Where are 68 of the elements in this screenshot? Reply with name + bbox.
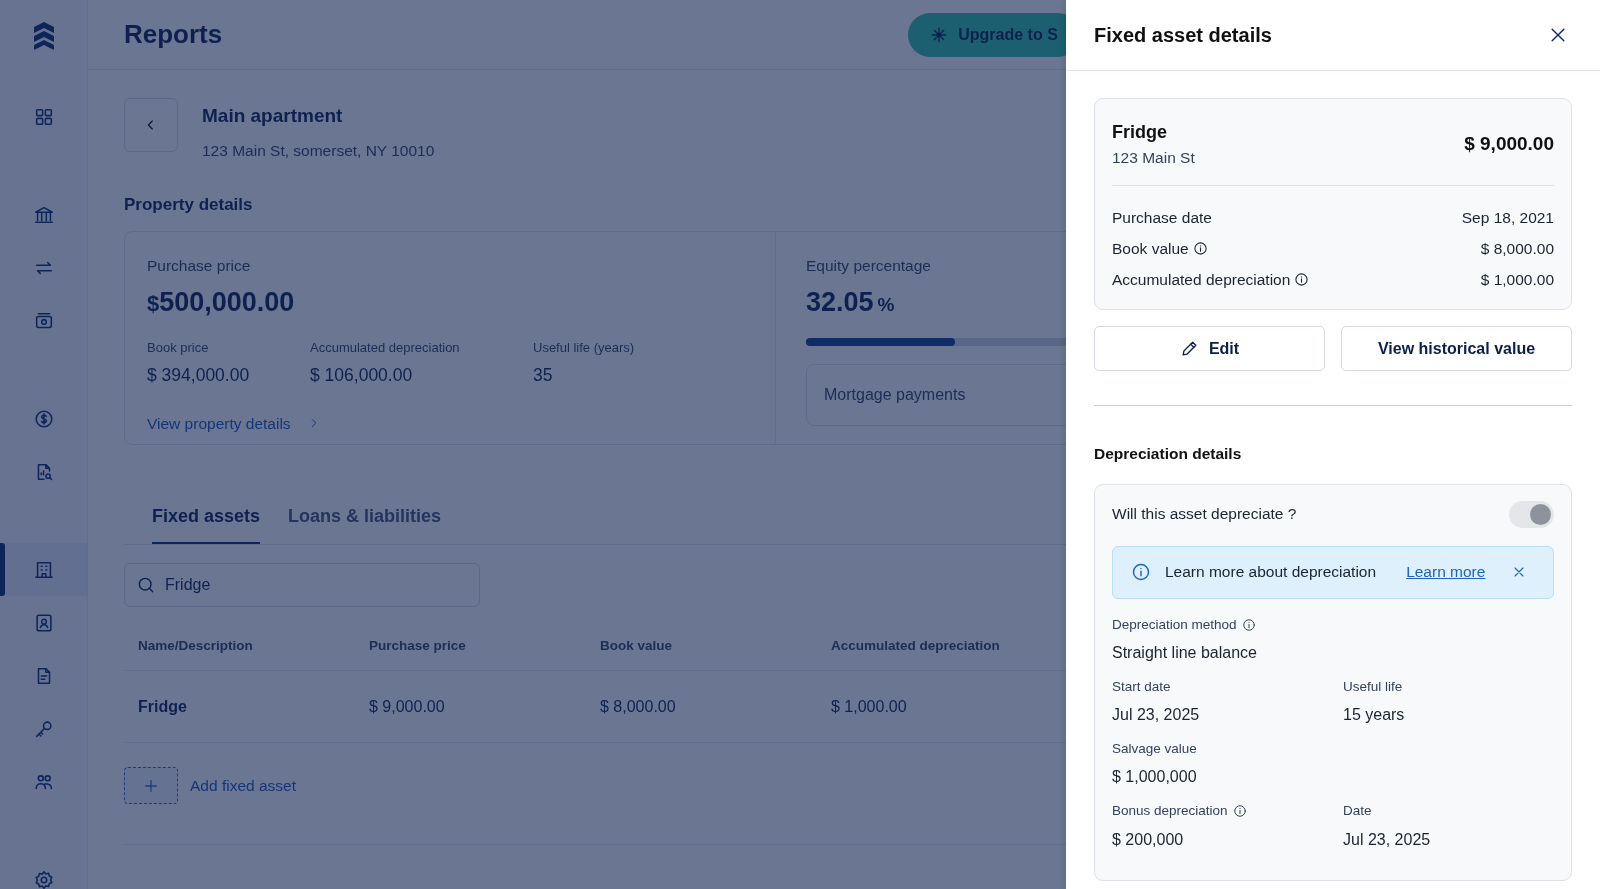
detail-label: Purchase date — [1112, 208, 1212, 229]
alert-text: Learn more about depreciation — [1165, 562, 1377, 583]
app-logo[interactable] — [31, 22, 56, 50]
add-button[interactable] — [124, 767, 178, 805]
field-label: Start date — [1112, 677, 1171, 696]
section-heading: Depreciation details — [1094, 444, 1242, 465]
asset-price: $ 9,000.00 — [1464, 131, 1554, 156]
learn-more-link[interactable]: Learn more — [1406, 560, 1486, 584]
field-value: 15 years — [1343, 705, 1405, 725]
field-value: Straight line balance — [1112, 642, 1257, 663]
column-header: Book value — [600, 636, 674, 655]
section-heading: Property details — [124, 193, 253, 216]
detail-value: $ 1,000.00 — [1480, 270, 1554, 291]
percent-sign: % — [877, 292, 895, 317]
tab[interactable]: Loans & liabilities — [288, 493, 442, 545]
property-address: 123 Main St, somerset, NY 10010 — [202, 140, 435, 161]
field-label: Equity percentage — [806, 256, 931, 277]
table-cell-text: $ 1,000.00 — [831, 696, 908, 717]
field-value: Jul 23, 2025 — [1112, 705, 1200, 725]
field-value: $ 1,000,000 — [1112, 767, 1197, 788]
sparkle-icon — [930, 25, 949, 44]
field-value: Jul 23, 2025 — [1343, 829, 1431, 850]
equity-value: 32.05 — [806, 285, 874, 319]
back-button[interactable] — [124, 98, 178, 152]
currency-symbol: $ — [147, 289, 160, 318]
table-cell-text: $ 8,000.00 — [600, 696, 677, 717]
field-label: Useful life — [1343, 677, 1403, 696]
property-name: Main apartment — [202, 104, 343, 128]
field-value: $ 394,000.00 — [147, 363, 250, 387]
panel-title: Fixed asset details — [1094, 23, 1272, 47]
add-fixed-asset-link[interactable]: Add fixed asset — [190, 774, 296, 798]
field-label: Date — [1343, 802, 1372, 821]
info-icon[interactable] — [1294, 272, 1310, 288]
field-label: Accumulated depreciation — [310, 339, 460, 357]
field-label: Book price — [147, 339, 209, 357]
search-field[interactable]: Fridge — [124, 563, 480, 608]
detail-label: Accumulated depreciation — [1112, 270, 1291, 291]
page-title: Reports — [124, 18, 223, 51]
info-icon[interactable] — [1192, 241, 1208, 257]
detail-value: $ 8,000.00 — [1480, 239, 1554, 260]
field-value: $ 106,000.00 — [310, 363, 413, 387]
table-cell-text: Fridge — [138, 696, 188, 717]
view-historical-value-button[interactable]: View historical value — [1341, 326, 1572, 372]
field-label: Purchase price — [147, 256, 251, 277]
table-cell-text: $ 9,000.00 — [369, 696, 446, 717]
column-header: Name/Description — [138, 636, 254, 655]
info-icon[interactable] — [1232, 804, 1247, 819]
field-label: Useful life (years) — [533, 339, 635, 357]
gear-icon — [32, 868, 55, 889]
detail-value: Sep 18, 2021 — [1461, 208, 1554, 229]
detail-label: Book value — [1112, 239, 1189, 260]
column-header: Accumulated depreciation — [831, 636, 1001, 655]
field-label: Bonus depreciation — [1112, 802, 1228, 821]
tab[interactable]: Fixed assets — [152, 493, 261, 545]
asset-name: Fridge — [1112, 121, 1167, 144]
sidebar-item[interactable] — [0, 543, 87, 596]
field-label: Salvage value — [1112, 740, 1197, 758]
info-icon — [1131, 562, 1151, 582]
field-value: $ 200,000 — [1112, 829, 1184, 850]
field-value: 35 — [533, 363, 553, 387]
info-icon[interactable] — [1241, 617, 1256, 632]
column-header: Purchase price — [369, 636, 467, 655]
purchase-price: 500,000.00 — [159, 285, 295, 319]
toggle-label: Will this asset depreciate ? — [1112, 504, 1297, 525]
edit-button[interactable]: Edit — [1094, 326, 1325, 372]
view-details-link[interactable]: View property details — [147, 411, 321, 435]
asset-address: 123 Main St — [1112, 148, 1195, 168]
field-label: Depreciation method — [1112, 615, 1237, 634]
